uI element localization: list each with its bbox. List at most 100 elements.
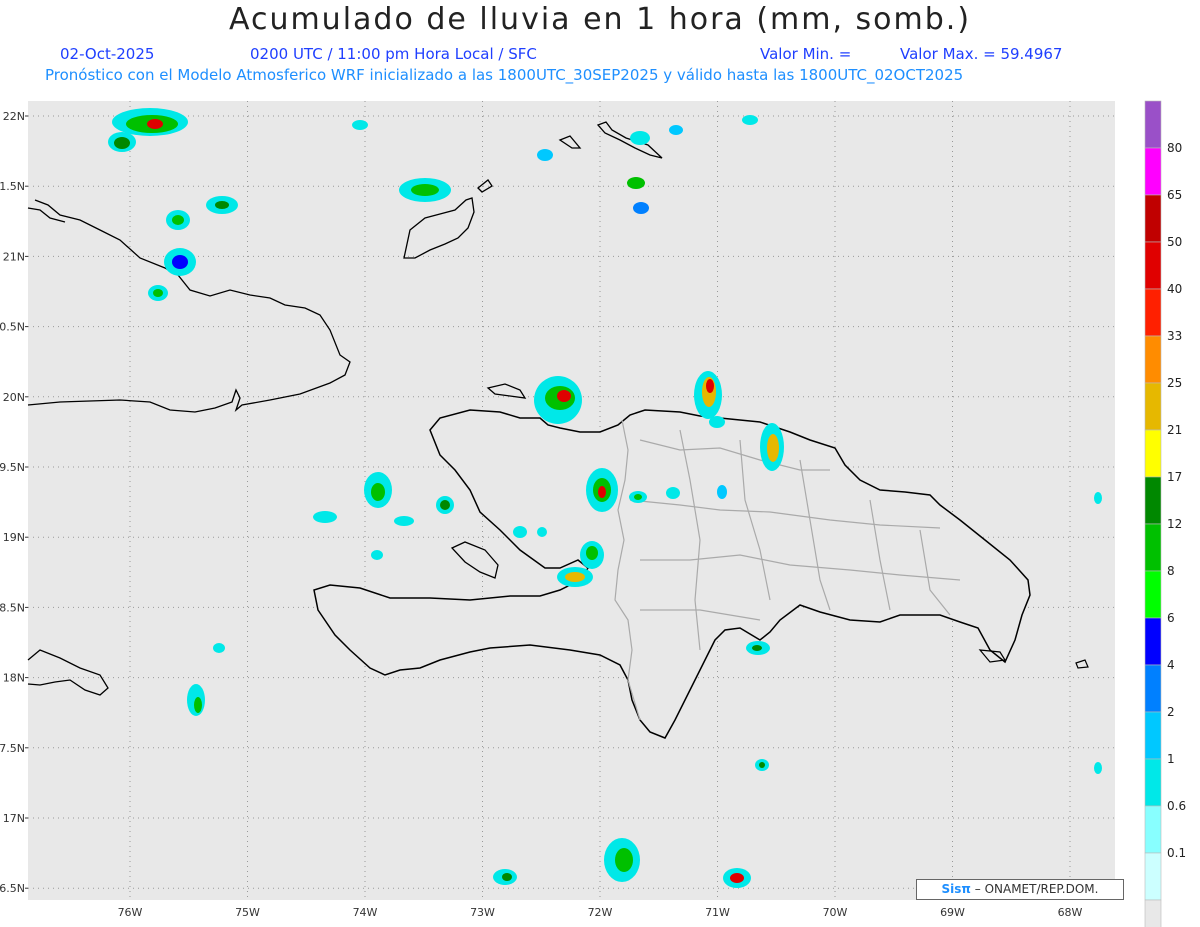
rain-cell bbox=[746, 641, 770, 655]
longitude-label: 72W bbox=[588, 906, 613, 919]
latitude-label: 22N bbox=[3, 110, 25, 123]
legend-label: 12 bbox=[1167, 517, 1182, 531]
latitude-label: 8.5N bbox=[0, 601, 25, 614]
legend-swatch bbox=[1144, 241, 1162, 290]
cuba-coastline bbox=[27, 199, 351, 413]
legend-swatch bbox=[1144, 147, 1162, 196]
rain-cell bbox=[394, 516, 414, 526]
legend-label: 0.6 bbox=[1167, 799, 1186, 813]
rain-cell bbox=[164, 248, 196, 276]
rain-cell bbox=[755, 759, 769, 771]
rain-cell bbox=[717, 485, 727, 499]
legend-swatch bbox=[1144, 335, 1162, 384]
latitude-labels: 22N 1.5N 21N 0.5N 20N 9.5N 19N 8.5N 18N 7.5N 17N 6.… bbox=[0, 110, 28, 895]
latitude-label: 0.5N bbox=[0, 321, 25, 334]
legend-label: 33 bbox=[1167, 329, 1182, 343]
rain-cell bbox=[627, 177, 645, 189]
rain-cell bbox=[206, 196, 238, 214]
legend-swatch bbox=[1144, 288, 1162, 337]
rain-cell bbox=[742, 115, 758, 125]
legend-swatch bbox=[1144, 100, 1162, 149]
rain-cell bbox=[694, 371, 722, 419]
rain-cell bbox=[213, 643, 225, 653]
longitude-label: 69W bbox=[940, 906, 965, 919]
color-legend: 806550403325211712864210.60.1 bbox=[1144, 100, 1186, 927]
legend-label: 50 bbox=[1167, 235, 1182, 249]
legend-label: 2 bbox=[1167, 705, 1175, 719]
legend-swatch bbox=[1144, 429, 1162, 478]
rain-cell bbox=[666, 487, 680, 499]
rain-cell bbox=[760, 423, 784, 471]
latitude-label: 1.5N bbox=[0, 180, 25, 193]
rain-cell bbox=[669, 125, 683, 135]
rain-cell bbox=[352, 120, 368, 130]
inagua-coastline bbox=[403, 197, 475, 259]
longitude-label: 73W bbox=[470, 906, 495, 919]
rain-cell bbox=[586, 468, 618, 512]
legend-swatch bbox=[1144, 570, 1162, 619]
mona-coastline bbox=[1075, 659, 1089, 669]
rain-cell bbox=[534, 376, 582, 424]
rain-cell bbox=[166, 210, 190, 230]
legend-label: 40 bbox=[1167, 282, 1182, 296]
rain-cell bbox=[364, 472, 392, 508]
rain-cell bbox=[1094, 762, 1102, 774]
latitude-label: 6.5N bbox=[0, 882, 25, 895]
legend-label: 21 bbox=[1167, 423, 1182, 437]
cay-coastline bbox=[558, 135, 582, 149]
legend-swatch bbox=[1144, 523, 1162, 572]
rain-cell bbox=[513, 526, 527, 538]
longitude-label: 74W bbox=[353, 906, 378, 919]
rain-cell bbox=[629, 491, 647, 503]
rain-cell bbox=[1094, 492, 1102, 504]
credit-text: – ONAMET/REP.DOM. bbox=[974, 882, 1099, 896]
legend-label: 6 bbox=[1167, 611, 1175, 625]
rain-cell bbox=[537, 149, 553, 161]
longitude-labels: 76W 75W 74W 73W 72W 71W 70W 69W 68W bbox=[118, 906, 1083, 919]
rain-cell bbox=[604, 838, 640, 882]
rain-cell bbox=[371, 550, 383, 560]
legend-swatch bbox=[1144, 805, 1162, 854]
legend-label: 25 bbox=[1167, 376, 1182, 390]
legend-swatch bbox=[1144, 382, 1162, 431]
tortuga-coastline bbox=[486, 383, 527, 399]
credit-box: Sisπ – ONAMET/REP.DOM. bbox=[916, 879, 1124, 900]
rain-cell bbox=[436, 496, 454, 514]
rain-cell bbox=[493, 869, 517, 885]
rain-cell bbox=[112, 108, 188, 136]
legend-label: 65 bbox=[1167, 188, 1182, 202]
longitude-label: 68W bbox=[1058, 906, 1083, 919]
legend-label: 0.1 bbox=[1167, 846, 1186, 860]
sispi-logo: Sisπ bbox=[941, 882, 971, 896]
rain-cell bbox=[313, 511, 337, 523]
rain-cell bbox=[108, 132, 136, 152]
latitude-label: 20N bbox=[3, 391, 25, 404]
longitude-label: 71W bbox=[705, 906, 730, 919]
latitude-label: 18N bbox=[3, 672, 25, 685]
legend-label: 1 bbox=[1167, 752, 1175, 766]
rain-cell bbox=[723, 868, 751, 888]
rain-cell bbox=[148, 285, 168, 301]
rain-cell bbox=[537, 527, 547, 537]
legend-swatch bbox=[1144, 852, 1162, 901]
longitude-label: 70W bbox=[823, 906, 848, 919]
legend-swatch bbox=[1144, 194, 1162, 243]
rain-cell bbox=[399, 178, 451, 202]
legend-swatch bbox=[1144, 899, 1162, 927]
legend-label: 8 bbox=[1167, 564, 1175, 578]
little-inagua-coastline bbox=[477, 179, 493, 193]
legend-label: 4 bbox=[1167, 658, 1175, 672]
rain-cell bbox=[580, 541, 604, 569]
rain-cell bbox=[633, 202, 649, 214]
legend-swatch bbox=[1144, 617, 1162, 666]
rain-cell bbox=[187, 684, 205, 716]
latitude-label: 7.5N bbox=[0, 742, 25, 755]
rain-cell bbox=[630, 131, 650, 145]
latitude-label: 21N bbox=[3, 250, 25, 263]
legend-swatch bbox=[1144, 758, 1162, 807]
jamaica-coastline bbox=[27, 649, 109, 696]
latitude-label: 17N bbox=[3, 812, 25, 825]
gonave-coastline bbox=[450, 541, 499, 579]
hispaniola-coastline bbox=[313, 409, 1031, 739]
longitude-label: 76W bbox=[118, 906, 143, 919]
